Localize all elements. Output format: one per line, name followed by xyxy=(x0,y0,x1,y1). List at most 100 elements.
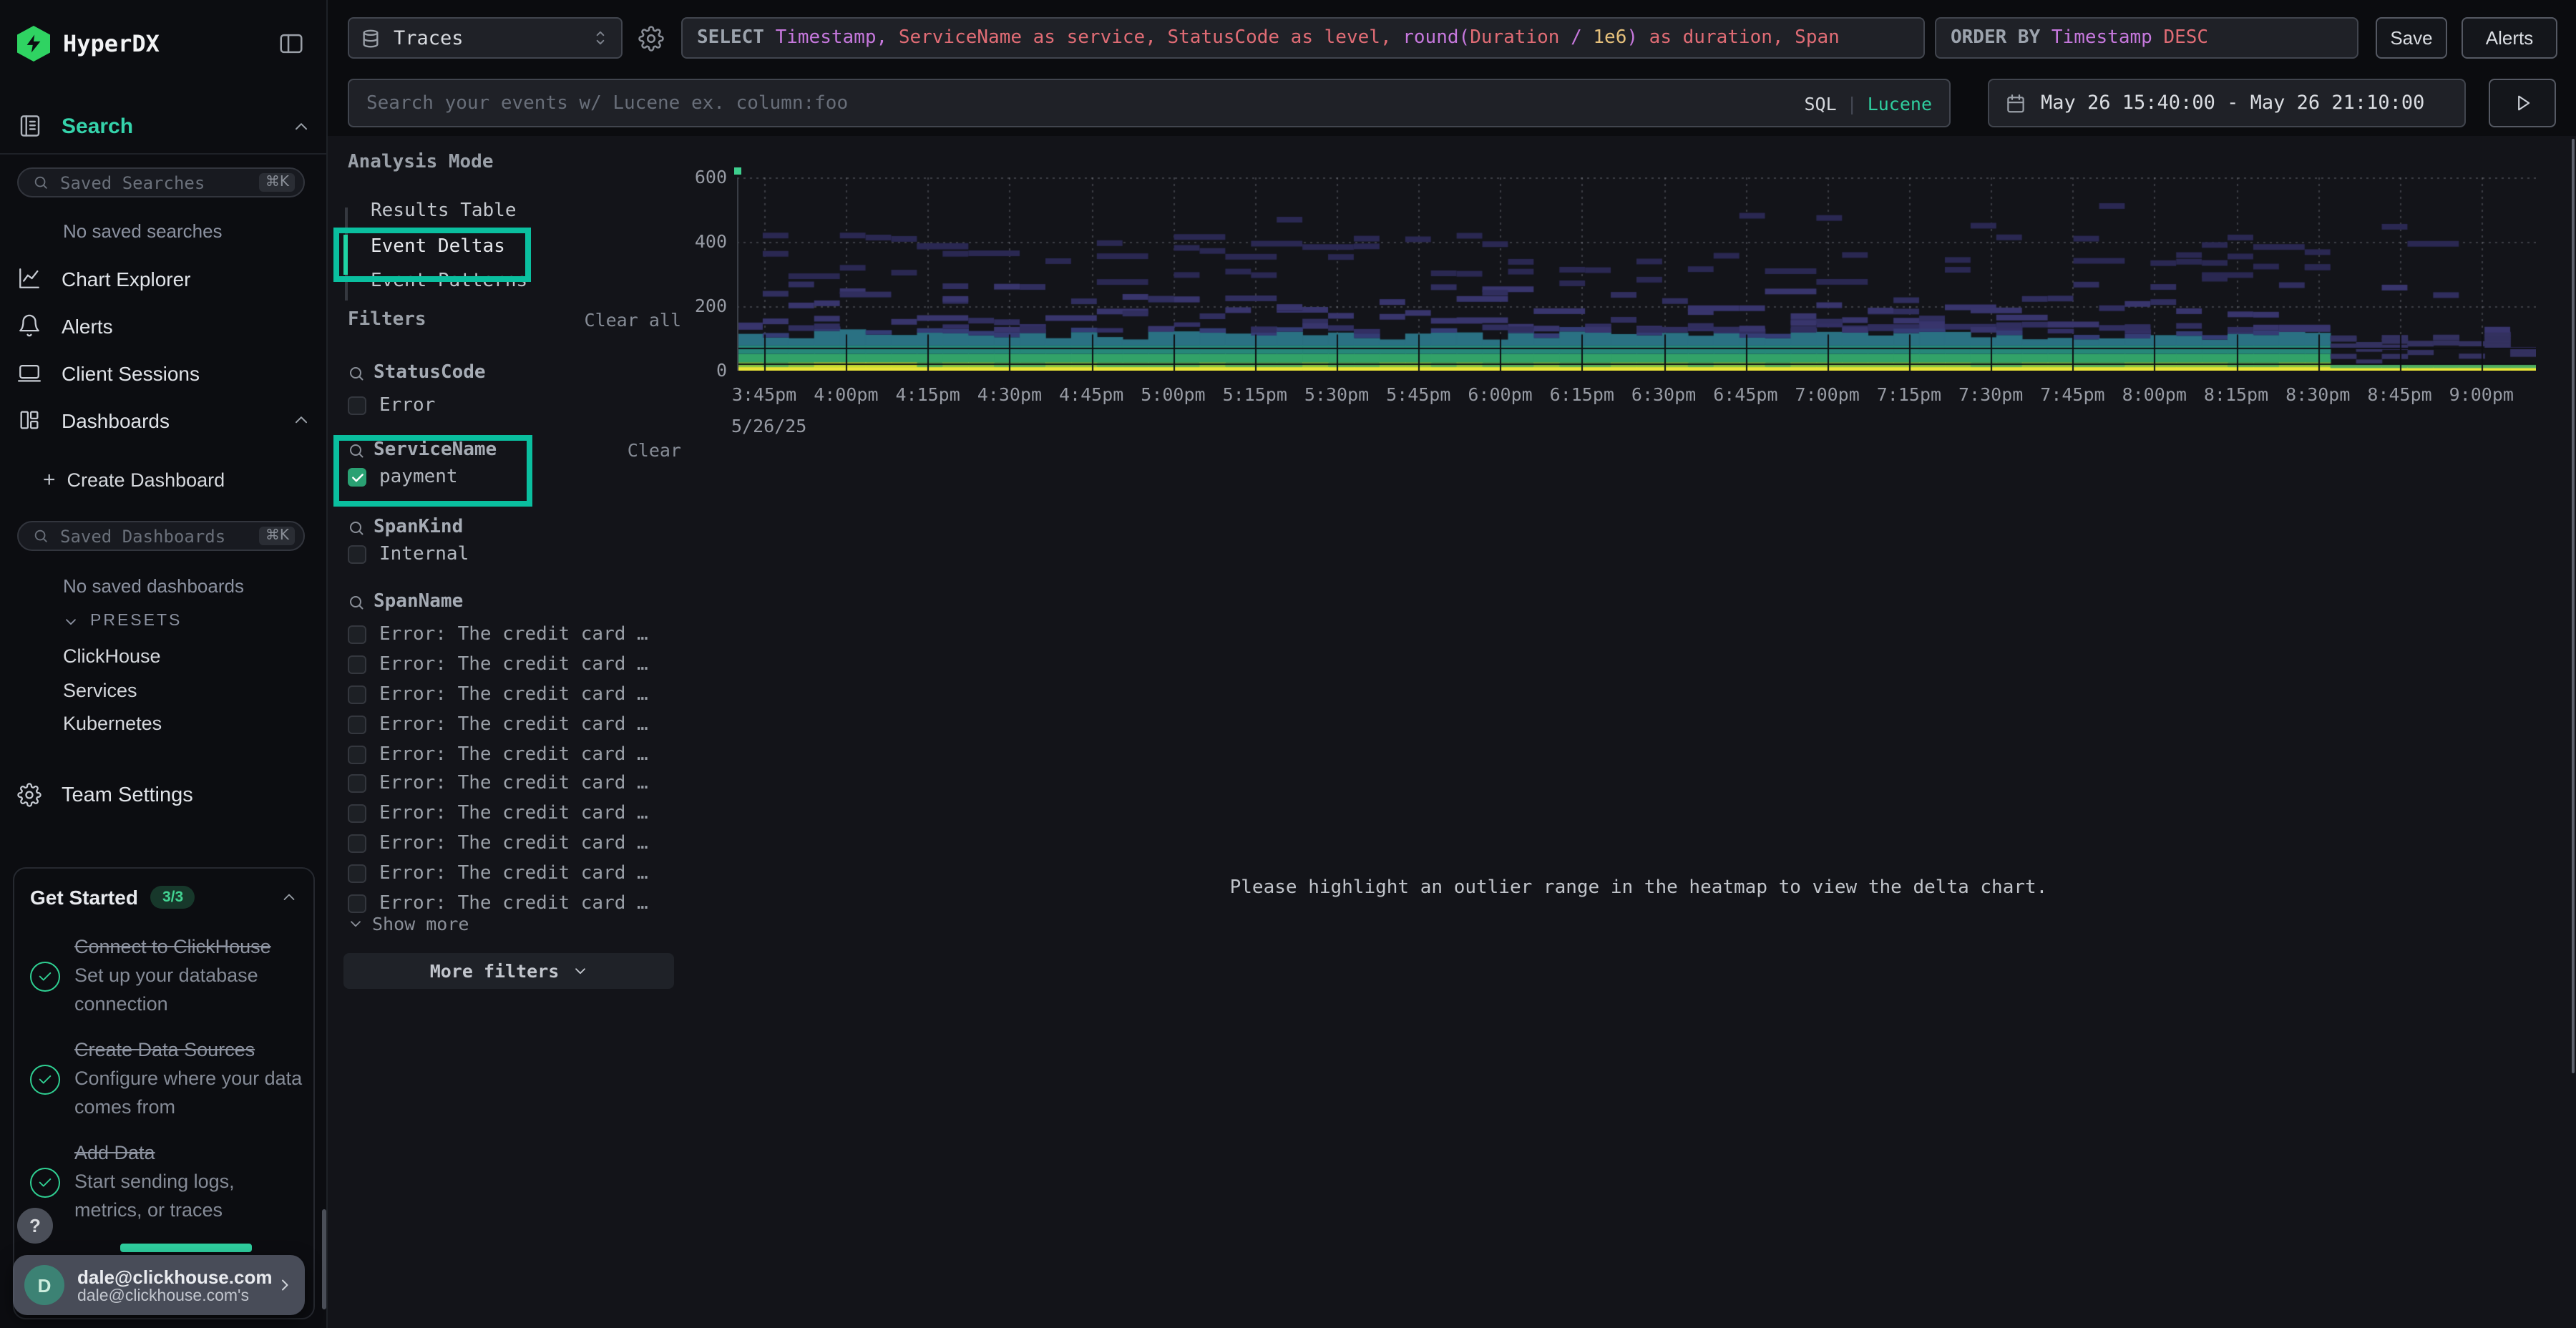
saved-dashboards-input[interactable]: Saved Dashboards ⌘K xyxy=(17,521,305,551)
filter-checkbox-spanname[interactable]: Error: The credit card … xyxy=(348,799,683,829)
get-started-step[interactable]: Connect to ClickHouse Set up your databa… xyxy=(30,933,313,1019)
query-language-toggle[interactable]: SQL | Lucene xyxy=(1804,92,1932,114)
sidebar-scrollbar-thumb[interactable] xyxy=(322,1209,326,1309)
checkbox-unchecked[interactable] xyxy=(348,685,366,703)
duration-heatmap[interactable] xyxy=(737,177,2536,371)
sidebar-item-alerts[interactable]: Alerts xyxy=(17,313,311,338)
team-settings-label: Team Settings xyxy=(62,783,193,806)
search-icon xyxy=(348,519,365,536)
chart-explorer-icon xyxy=(17,266,42,290)
preset-kubernetes[interactable]: Kubernetes xyxy=(63,713,162,734)
step-desc: Set up your database connection xyxy=(74,962,306,1019)
source-select[interactable]: Traces xyxy=(348,17,623,59)
sidebar-item-search[interactable]: Search xyxy=(17,113,311,139)
step-desc: Start sending logs, metrics, or traces xyxy=(74,1168,306,1225)
calendar-icon xyxy=(2005,92,2026,114)
time-range-value: May 26 15:40:00 - May 26 21:10:00 xyxy=(2041,92,2424,114)
filter-checkbox-payment[interactable]: payment xyxy=(348,467,458,488)
x-axis-date-label: 5/26/25 xyxy=(731,415,806,436)
checkbox-label: Error xyxy=(379,395,435,416)
chevron-up-icon[interactable] xyxy=(292,117,311,135)
checkbox-checked[interactable] xyxy=(348,468,366,487)
saved-dashboards-placeholder: Saved Dashboards xyxy=(60,526,225,546)
filter-checkbox-spanname[interactable]: Error: The credit card … xyxy=(348,859,683,889)
create-dashboard-button[interactable]: + Create Dashboard xyxy=(43,468,225,492)
saved-searches-input[interactable]: Saved Searches ⌘K xyxy=(17,167,305,197)
checkbox-unchecked[interactable] xyxy=(348,894,366,913)
user-menu[interactable]: D dale@clickhouse.com dale@clickhouse.co… xyxy=(13,1255,305,1315)
filter-checkbox-spanname[interactable]: Error: The credit card … xyxy=(348,739,683,769)
clear-servicename-button[interactable]: Clear xyxy=(628,439,681,461)
show-more-button[interactable]: Show more xyxy=(348,913,469,934)
step-check-icon xyxy=(30,1064,60,1094)
kbd-shortcut: ⌘K xyxy=(260,173,295,192)
mode-lucene-label[interactable]: Lucene xyxy=(1868,92,1932,114)
time-range-picker[interactable]: May 26 15:40:00 - May 26 21:10:00 xyxy=(1988,79,2466,127)
presets-toggle[interactable]: PRESETS xyxy=(63,612,182,630)
preset-clickhouse[interactable]: ClickHouse xyxy=(63,645,161,667)
checkbox-unchecked[interactable] xyxy=(348,655,366,674)
save-button[interactable]: Save xyxy=(2376,17,2447,59)
search-icon xyxy=(348,364,365,381)
filter-checkbox-spanname[interactable]: Error: The credit card … xyxy=(348,680,683,710)
chevron-down-icon xyxy=(63,613,79,629)
dashboards-grid-icon xyxy=(17,408,42,432)
chevron-up-icon[interactable] xyxy=(280,889,298,906)
filter-checkbox-spanname[interactable]: Error: The credit card … xyxy=(348,650,683,680)
step-desc: Configure where your data comes from xyxy=(74,1065,306,1122)
hyperdx-logo-icon xyxy=(17,26,50,62)
collapse-sidebar-icon[interactable] xyxy=(278,30,305,57)
sidebar-item-chart-explorer[interactable]: Chart Explorer xyxy=(17,266,311,290)
checkbox-label: Error: The credit card … xyxy=(379,743,648,765)
filter-checkbox-spanname[interactable]: Error: The credit card … xyxy=(348,829,683,859)
alerts-button[interactable]: Alerts xyxy=(2462,17,2557,59)
sidebar-item-client-sessions[interactable]: Client Sessions xyxy=(17,361,311,385)
query-settings-button[interactable] xyxy=(638,23,670,54)
filter-checkbox-spanname[interactable]: Error: The credit card … xyxy=(348,769,683,799)
x-tick-label: 4:00pm xyxy=(814,384,878,405)
checkbox-unchecked[interactable] xyxy=(348,775,366,794)
checkbox-unchecked[interactable] xyxy=(348,625,366,644)
sidebar-item-dashboards[interactable]: Dashboards xyxy=(17,408,311,432)
filter-checkbox-spanname[interactable]: Error: The credit card … xyxy=(348,709,683,739)
filter-checkbox-spanname[interactable]: Error: The credit card … xyxy=(348,620,683,650)
checkbox-unchecked[interactable] xyxy=(348,715,366,733)
mode-sql-label[interactable]: SQL xyxy=(1804,92,1836,114)
search-icon xyxy=(33,528,49,544)
analysis-mode-event-deltas[interactable]: Event Deltas xyxy=(371,236,505,259)
search-input[interactable]: Search your events w/ Lucene ex. column:… xyxy=(348,79,1951,127)
active-option-indicator xyxy=(343,235,348,275)
sidebar-item-team-settings[interactable]: Team Settings xyxy=(17,783,311,807)
checkbox-unchecked[interactable] xyxy=(348,805,366,824)
checkbox-unchecked[interactable] xyxy=(348,396,366,415)
checkbox-unchecked[interactable] xyxy=(348,545,366,564)
get-started-header[interactable]: Get Started 3/3 xyxy=(14,869,313,909)
chevron-up-icon[interactable] xyxy=(292,411,311,429)
checkbox-label: Error: The credit card … xyxy=(379,893,648,914)
kbd-shortcut: ⌘K xyxy=(260,527,295,545)
user-email: dale@clickhouse.com xyxy=(77,1266,272,1287)
checkbox-unchecked[interactable] xyxy=(348,834,366,853)
checkbox-unchecked[interactable] xyxy=(348,745,366,763)
analysis-mode-results-table[interactable]: Results Table xyxy=(371,200,517,223)
preset-services[interactable]: Services xyxy=(63,680,137,701)
analysis-mode-event-patterns[interactable]: Event Patterns xyxy=(371,270,527,293)
database-icon xyxy=(361,28,381,48)
get-started-step[interactable]: Add Data Start sending logs, metrics, or… xyxy=(30,1139,313,1225)
filters-panel: Analysis Mode Results Table Event Deltas… xyxy=(329,136,701,1328)
app-logo[interactable]: HyperDX xyxy=(17,26,160,62)
help-button[interactable]: ? xyxy=(17,1208,53,1244)
filter-checkbox-internal[interactable]: Internal xyxy=(348,544,469,565)
bell-icon xyxy=(17,313,42,338)
presets-label: PRESETS xyxy=(90,612,182,630)
get-started-title: Get Started xyxy=(30,886,138,909)
checkbox-unchecked[interactable] xyxy=(348,864,366,883)
journal-search-icon xyxy=(17,113,43,139)
more-filters-button[interactable]: More filters xyxy=(343,953,674,989)
get-started-step[interactable]: Create Data Sources Configure where your… xyxy=(30,1036,313,1122)
sql-select-input[interactable]: SELECT Timestamp, ServiceName as service… xyxy=(681,17,1925,59)
run-query-button[interactable] xyxy=(2489,79,2556,127)
sql-orderby-input[interactable]: ORDER BY Timestamp DESC xyxy=(1935,17,2358,59)
filter-checkbox-error[interactable]: Error xyxy=(348,395,435,416)
main-scrollbar-thumb[interactable] xyxy=(2571,139,2575,1073)
